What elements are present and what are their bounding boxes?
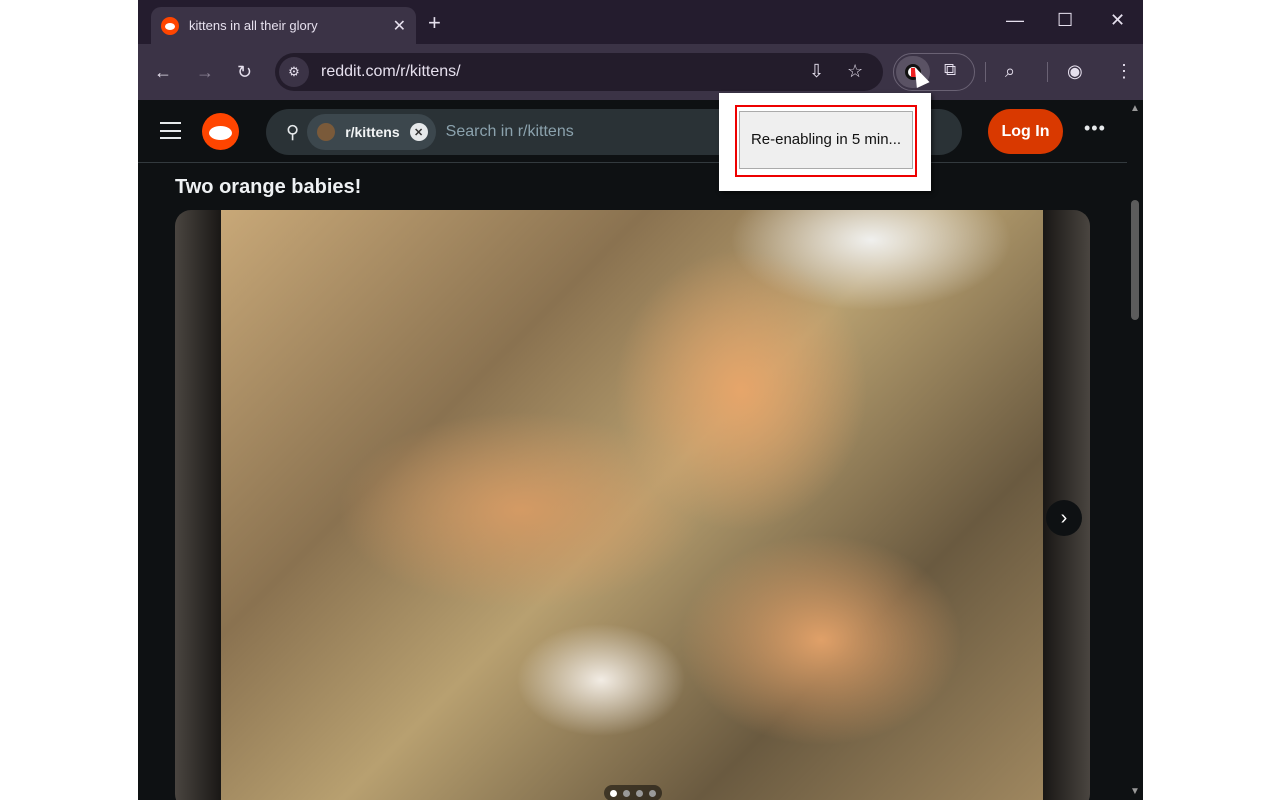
scroll-up-icon[interactable]: ▲ [1130,103,1140,114]
minimize-button[interactable]: — [1006,10,1024,31]
back-button[interactable]: ← [154,62,172,83]
gallery-pagination [604,785,662,800]
reddit-favicon-icon [161,16,179,35]
gallery-dot[interactable] [610,789,617,797]
menu-kebab-icon[interactable]: ⋮ [1115,61,1133,82]
post-title[interactable]: Two orange babies! [175,176,361,199]
tab-bar: kittens in all their glory ✕ + — ☐ ✕ [138,0,1143,44]
bookmark-star-icon[interactable]: ☆ [847,61,863,82]
maximize-button[interactable]: ☐ [1057,10,1073,31]
search-input[interactable]: Search in r/kittens [446,123,574,141]
scrollbar-thumb[interactable] [1131,200,1139,320]
subreddit-avatar [317,123,336,141]
extensions-puzzle-icon[interactable]: ⧉ [944,60,956,80]
profile-icon[interactable]: ◉ [1067,61,1083,82]
address-bar[interactable]: ⚙ reddit.com/r/kittens/ ⇩ ☆ [275,53,883,91]
reddit-logo[interactable] [202,113,239,150]
close-window-button[interactable]: ✕ [1110,10,1125,31]
new-tab-button[interactable]: + [428,10,441,36]
gallery-dot[interactable] [636,789,643,797]
extension-popup: Re-enabling in 5 min... [719,93,931,191]
forward-button[interactable]: → [196,62,214,83]
gallery-dot[interactable] [649,789,656,797]
tab-active[interactable]: kittens in all their glory ✕ [151,7,416,44]
toolbar: ← → ↻ ⚙ reddit.com/r/kittens/ ⇩ ☆ ⧉ ⌕ ◉ … [138,44,1143,100]
divider [985,62,986,82]
url-text[interactable]: reddit.com/r/kittens/ [321,63,461,81]
subreddit-chip-label: r/kittens [345,124,400,140]
highlight-box: Re-enabling in 5 min... [735,105,917,177]
tab-search-icon[interactable]: ⌕ [1005,61,1015,82]
reddit-header: ⚲ r/kittens ✕ Search in r/kittens Log In… [138,100,1127,163]
site-settings-icon[interactable]: ⚙ [279,57,309,87]
more-options-icon[interactable]: ••• [1084,118,1106,139]
scroll-down-icon[interactable]: ▼ [1130,786,1140,797]
gallery: › [175,210,1090,800]
next-image-button[interactable]: › [1046,500,1082,536]
extensions-group: ⧉ [893,53,975,91]
reload-button[interactable]: ↻ [237,62,252,83]
hamburger-menu-icon[interactable] [160,122,181,139]
kittens-photo[interactable] [221,210,1043,800]
tab-title: kittens in all their glory [189,18,318,33]
search-icon: ⚲ [286,121,300,142]
install-app-icon[interactable]: ⇩ [809,61,824,82]
re-enable-button[interactable]: Re-enabling in 5 min... [739,111,913,169]
tab-close-icon[interactable]: ✕ [393,16,406,36]
login-button[interactable]: Log In [988,109,1063,154]
remove-chip-icon[interactable]: ✕ [409,123,428,141]
scrollbar[interactable]: ▲ ▼ [1127,100,1143,800]
subreddit-chip[interactable]: r/kittens ✕ [307,114,436,150]
divider [1047,62,1048,82]
gallery-dot[interactable] [623,789,630,797]
browser-window: kittens in all their glory ✕ + — ☐ ✕ ← →… [138,0,1143,800]
